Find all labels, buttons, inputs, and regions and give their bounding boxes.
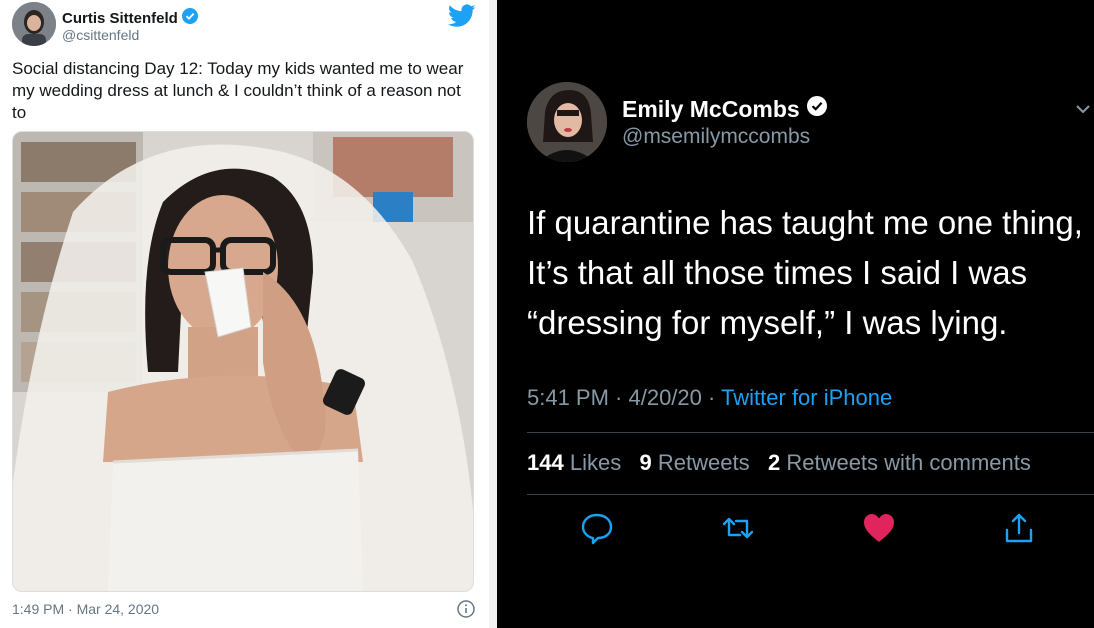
divider: [527, 432, 1094, 433]
author-handle[interactable]: @msemilymccombs: [622, 125, 810, 149]
quotes-stat[interactable]: 2 Retweets with comments: [768, 450, 1031, 475]
verified-badge-icon: [181, 8, 198, 28]
quotes-count: 2: [767, 450, 781, 475]
left-tweet-card: Curtis Sittenfeld @csittenfeld Social di…: [0, 0, 497, 628]
likes-label: Likes: [563, 450, 622, 475]
retweets-stat[interactable]: 9 Retweets: [640, 450, 750, 475]
author-name-text: Emily McCombs: [622, 95, 800, 122]
author-name[interactable]: Curtis Sittenfeld: [62, 8, 198, 28]
retweet-icon[interactable]: [720, 510, 756, 546]
share-icon[interactable]: [1001, 510, 1037, 546]
author-name[interactable]: Emily McCombs: [622, 95, 828, 123]
divider: [527, 494, 1094, 495]
reply-icon[interactable]: [579, 510, 615, 546]
likes-stat[interactable]: 144 Likes: [527, 450, 621, 475]
tweet-text: If quarantine has taught me one thing, I…: [527, 198, 1094, 348]
twitter-bird-icon[interactable]: [448, 4, 476, 28]
engagement-stats: 144 Likes 9 Retweets 2 Retweets with com…: [527, 450, 1031, 476]
author-name-text: Curtis Sittenfeld: [62, 9, 178, 27]
tweet-text-line: “dressing for myself,” I was lying.: [527, 304, 1008, 341]
tweet-photo[interactable]: [12, 131, 474, 592]
chevron-down-icon[interactable]: [1075, 102, 1091, 114]
retweets-count: 9: [639, 450, 652, 475]
likes-count: 144: [527, 450, 564, 475]
right-tweet-card: Emily McCombs @msemilymccombs If quarant…: [497, 0, 1094, 628]
tweet-text-line: If quarantine has taught me one thing,: [527, 204, 1083, 241]
author-handle[interactable]: @csittenfeld: [62, 27, 139, 43]
retweets-label: Retweets: [651, 450, 750, 475]
verified-badge-icon: [806, 95, 828, 123]
tweet-text: Social distancing Day 12: Today my kids …: [12, 59, 464, 122]
avatar[interactable]: [527, 82, 607, 162]
tweet-meta: 5:41 PM · 4/20/20 · Twitter for iPhone: [527, 385, 892, 411]
avatar[interactable]: [12, 2, 56, 46]
heart-icon[interactable]: [861, 510, 897, 546]
quotes-label: Retweets with comments: [780, 450, 1031, 475]
tweet-timestamp[interactable]: 1:49 PM · Mar 24, 2020: [12, 601, 159, 617]
tweet-source-link[interactable]: Twitter for iPhone: [721, 385, 892, 410]
tweet-timestamp[interactable]: 5:41 PM · 4/20/20 ·: [527, 385, 721, 410]
panel-divider: [489, 0, 497, 628]
tweet-text-line: It’s that all those times I said I was: [527, 254, 1028, 291]
info-icon[interactable]: [457, 600, 475, 618]
